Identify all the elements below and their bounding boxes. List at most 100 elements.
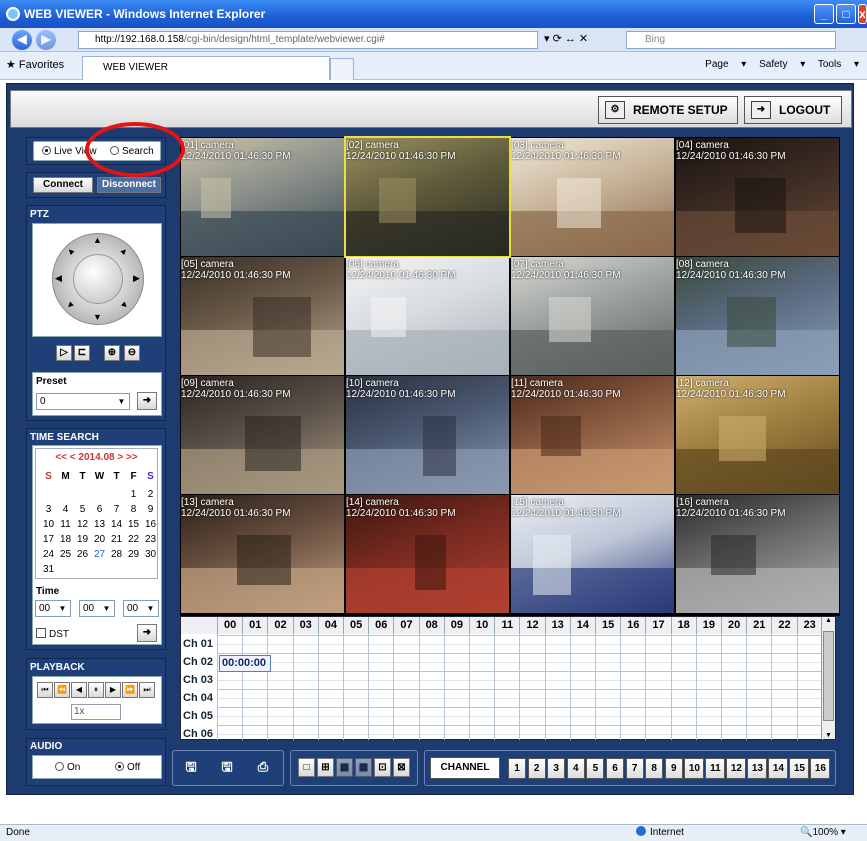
calendar-day[interactable]: 14: [108, 519, 125, 530]
calendar-day[interactable]: 12: [74, 519, 91, 530]
calendar-day[interactable]: 3: [40, 504, 57, 515]
calendar-day[interactable]: 19: [74, 534, 91, 545]
layout-1-button[interactable]: □: [298, 758, 315, 777]
back-icon[interactable]: ◀: [12, 30, 32, 50]
channel-15-button[interactable]: 15: [789, 758, 810, 779]
calendar-day[interactable]: 23: [142, 534, 159, 545]
channel-2-button[interactable]: 2: [527, 758, 546, 779]
calendar-day[interactable]: 25: [57, 549, 74, 560]
ptz-center-knob[interactable]: [73, 254, 123, 304]
dst-checkbox[interactable]: DST: [36, 628, 69, 640]
browser-tab[interactable]: WEB VIEWER: [82, 56, 330, 80]
calendar-day[interactable]: 15: [125, 519, 142, 530]
channel-10-button[interactable]: 10: [684, 758, 705, 779]
layout-9-button[interactable]: ▦: [336, 758, 353, 777]
camera-view[interactable]: [02] camera 12/24/2010 01:46:30 PM: [344, 136, 511, 258]
calendar-day[interactable]: 22: [125, 534, 142, 545]
scrollbar-thumb[interactable]: [823, 631, 834, 721]
calendar-day[interactable]: 30: [142, 549, 159, 560]
calendar-day[interactable]: 13: [91, 519, 108, 530]
maximize-button[interactable]: □: [836, 4, 856, 24]
calendar-day[interactable]: 17: [40, 534, 57, 545]
last-frame-button[interactable]: ⏭: [139, 682, 155, 698]
first-frame-button[interactable]: ⏮: [37, 682, 53, 698]
new-tab-button[interactable]: [330, 58, 354, 80]
channel-6-button[interactable]: 6: [606, 758, 624, 779]
calendar-day[interactable]: 8: [125, 504, 142, 515]
calendar-day[interactable]: 9: [142, 504, 159, 515]
scroll-up-icon[interactable]: ▲: [822, 617, 835, 624]
channel-9-button[interactable]: 9: [664, 758, 683, 779]
camera-view[interactable]: [09] camera 12/24/2010 01:46:30 PM: [181, 376, 344, 494]
camera-view[interactable]: [04] camera 12/24/2010 01:46:30 PM: [676, 138, 839, 256]
channel-13-button[interactable]: 13: [747, 758, 768, 779]
calendar-day[interactable]: 4: [57, 504, 74, 515]
camera-view[interactable]: [12] camera 12/24/2010 01:46:30 PM: [676, 376, 839, 494]
connect-button[interactable]: Connect: [33, 177, 93, 193]
play-button[interactable]: ▶: [105, 682, 121, 698]
calendar-day[interactable]: 1: [125, 489, 142, 500]
fast-forward-button[interactable]: ⏩: [122, 682, 138, 698]
preset-select[interactable]: 0 ▼: [36, 393, 130, 410]
ptz-down-icon[interactable]: ▼: [93, 312, 102, 322]
calendar-day[interactable]: 18: [57, 534, 74, 545]
zoom-level[interactable]: 🔍100% ▾: [800, 825, 846, 841]
channel-4-button[interactable]: 4: [566, 758, 585, 779]
minimize-button[interactable]: _: [814, 4, 834, 24]
address-bar[interactable]: http://192.168.0.158/cgi-bin/design/html…: [78, 31, 538, 49]
favorites-button[interactable]: ★ Favorites: [6, 58, 64, 71]
layout-16-button[interactable]: ▦: [355, 758, 372, 777]
channel-8-button[interactable]: 8: [645, 758, 664, 779]
zoom-in-button[interactable]: ⊕: [104, 345, 120, 361]
timeline-cursor[interactable]: 00:00:00: [219, 655, 271, 672]
calendar-day[interactable]: 20: [91, 534, 108, 545]
calendar-day[interactable]: 5: [74, 504, 91, 515]
ptz-left-icon[interactable]: ◀: [55, 273, 62, 284]
calendar-day[interactable]: 11: [57, 519, 74, 530]
search-input[interactable]: Bing: [626, 31, 836, 49]
timeline-scrollbar[interactable]: ▲ ▼: [821, 617, 835, 739]
sequence-button[interactable]: ⊠: [393, 758, 410, 777]
calendar-day[interactable]: 6: [91, 504, 108, 515]
focus-far-button[interactable]: ⊏: [74, 345, 90, 361]
calendar-day[interactable]: 27: [91, 549, 108, 560]
pause-button[interactable]: ⏸: [88, 682, 104, 698]
channel-12-button[interactable]: 12: [726, 758, 747, 779]
audio-off-radio[interactable]: Off: [115, 762, 140, 773]
second-select[interactable]: 00 ▼: [123, 600, 159, 617]
ptz-right-icon[interactable]: ▶: [133, 273, 140, 284]
focus-near-button[interactable]: ▷: [56, 345, 72, 361]
remote-setup-button[interactable]: ⚙ REMOTE SETUP: [598, 96, 738, 124]
calendar-day[interactable]: 31: [40, 564, 57, 575]
channel-3-button[interactable]: 3: [547, 758, 566, 779]
camera-view[interactable]: [07] camera 12/24/2010 01:46:30 PM: [511, 257, 674, 375]
audio-on-radio[interactable]: On: [55, 762, 80, 773]
calendar-day[interactable]: 16: [142, 519, 159, 530]
hour-select[interactable]: 00 ▼: [35, 600, 71, 617]
calendar-month-nav[interactable]: << < 2014.08 > >>: [36, 452, 157, 463]
camera-view[interactable]: [13] camera 12/24/2010 01:46:30 PM: [181, 495, 344, 613]
rewind-button[interactable]: ⏪: [54, 682, 70, 698]
forward-icon[interactable]: ▶: [36, 30, 56, 50]
channel-1-button[interactable]: 1: [508, 758, 526, 779]
camera-view[interactable]: [03] camera 12/24/2010 01:46:30 PM: [511, 138, 674, 256]
minute-select[interactable]: 00 ▼: [79, 600, 115, 617]
export-icon[interactable]: 🖫: [216, 757, 238, 779]
channel-14-button[interactable]: 14: [768, 758, 789, 779]
camera-view[interactable]: [11] camera 12/24/2010 01:46:30 PM: [511, 376, 674, 494]
logout-button[interactable]: ➜ LOGOUT: [744, 96, 842, 124]
scroll-down-icon[interactable]: ▼: [822, 732, 835, 739]
calendar-day[interactable]: 26: [74, 549, 91, 560]
playback-speed-field[interactable]: 1x: [71, 704, 121, 720]
disconnect-button[interactable]: Disconnect: [97, 177, 161, 193]
channel-7-button[interactable]: 7: [625, 758, 644, 779]
time-search-go-button[interactable]: ➜: [137, 624, 157, 642]
camera-view[interactable]: [08] camera 12/24/2010 01:46:30 PM: [676, 257, 839, 375]
camera-view[interactable]: [16] camera 12/24/2010 01:46:30 PM: [676, 495, 839, 613]
channel-16-button[interactable]: 16: [810, 758, 831, 779]
camera-view[interactable]: [01] camera 12/24/2010 01:46:30 PM: [181, 138, 344, 256]
channel-5-button[interactable]: 5: [586, 758, 605, 779]
calendar-day[interactable]: 2: [142, 489, 159, 500]
save-image-icon[interactable]: 🖫: [180, 757, 202, 779]
calendar-day[interactable]: 21: [108, 534, 125, 545]
